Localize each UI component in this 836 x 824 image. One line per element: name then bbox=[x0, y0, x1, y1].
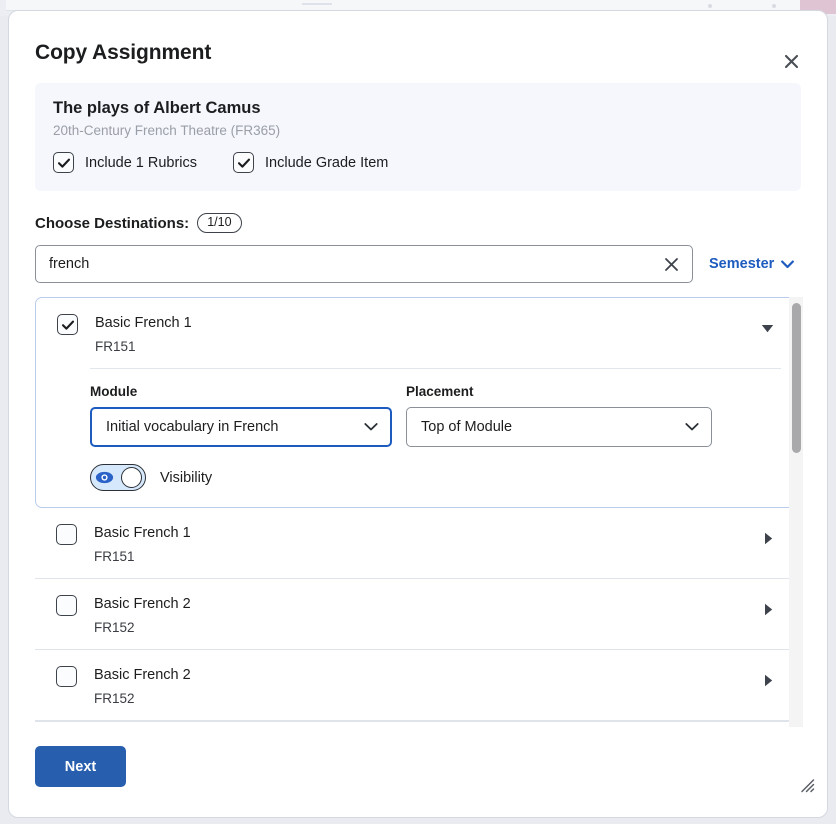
section-divider bbox=[90, 368, 781, 369]
dialog-header: Copy Assignment bbox=[9, 11, 827, 68]
checkmark-icon bbox=[57, 158, 70, 168]
dialog-footer: Next bbox=[9, 746, 827, 817]
list-item: Basic French 1 FR151 bbox=[35, 508, 803, 579]
chevron-down-icon bbox=[685, 423, 699, 432]
triangle-down-icon bbox=[761, 324, 773, 332]
choose-destinations-label: Choose Destinations: bbox=[35, 214, 190, 232]
chevron-down-icon bbox=[781, 260, 795, 268]
choose-destinations-header: Choose Destinations: 1/10 bbox=[35, 213, 801, 233]
module-label: Module bbox=[90, 384, 138, 399]
destination-row-0[interactable]: Basic French 1 FR151 bbox=[36, 298, 802, 368]
checkmark-icon bbox=[61, 320, 74, 330]
search-box bbox=[35, 245, 693, 283]
include-grade-item-option[interactable]: Include Grade Item bbox=[233, 152, 388, 173]
destination-code-1: FR151 bbox=[94, 549, 135, 564]
chevron-down-icon bbox=[364, 423, 378, 432]
destination-checkbox-3[interactable] bbox=[56, 666, 77, 687]
destination-checkbox-1[interactable] bbox=[56, 524, 77, 545]
close-icon bbox=[784, 54, 798, 68]
module-select[interactable]: Initial vocabulary in French bbox=[90, 407, 392, 447]
expand-button-2[interactable] bbox=[760, 601, 776, 617]
destination-name-1: Basic French 1 bbox=[94, 525, 191, 541]
copy-assignment-dialog: Copy Assignment The plays of Albert Camu… bbox=[8, 10, 828, 818]
list-item: Basic French 1 FR151 Module Initial voca… bbox=[35, 297, 803, 508]
visibility-toggle[interactable] bbox=[90, 464, 146, 491]
expand-button-3[interactable] bbox=[760, 672, 776, 688]
checkmark-icon bbox=[237, 158, 250, 168]
source-assignment-card: The plays of Albert Camus 20th-Century F… bbox=[35, 83, 801, 191]
destination-row-2[interactable]: Basic French 2 FR152 bbox=[35, 579, 803, 649]
include-grade-item-checkbox[interactable] bbox=[233, 152, 255, 173]
triangle-right-icon bbox=[764, 674, 772, 686]
destination-row-1[interactable]: Basic French 1 FR151 bbox=[35, 508, 803, 578]
source-course-subtitle: 20th-Century French Theatre (FR365) bbox=[53, 123, 281, 138]
list-scrollbar[interactable] bbox=[789, 297, 803, 727]
placement-label: Placement bbox=[406, 384, 474, 399]
source-assignment-title: The plays of Albert Camus bbox=[53, 99, 261, 117]
destination-row-3[interactable]: Basic French 2 FR152 bbox=[35, 650, 803, 720]
destination-texts-2: Basic French 2 FR152 bbox=[94, 595, 191, 635]
resize-grip[interactable] bbox=[799, 777, 815, 793]
include-rubrics-checkbox[interactable] bbox=[53, 152, 74, 173]
destination-name-3: Basic French 2 bbox=[94, 667, 191, 683]
background-dot-2 bbox=[772, 4, 776, 8]
visibility-row: Visibility bbox=[90, 464, 781, 491]
destination-texts-1: Basic French 1 FR151 bbox=[94, 524, 191, 564]
destination-code-0: FR151 bbox=[95, 339, 136, 354]
destination-code-2: FR152 bbox=[94, 620, 135, 635]
module-placement-fields: Module Initial vocabulary in French Plac… bbox=[90, 384, 781, 447]
include-rubrics-label: Include 1 Rubrics bbox=[85, 154, 198, 171]
module-field: Module Initial vocabulary in French bbox=[90, 384, 392, 447]
list-scrollbar-thumb[interactable] bbox=[792, 303, 801, 453]
include-rubrics-option[interactable]: Include 1 Rubrics bbox=[53, 152, 197, 173]
module-select-value: Initial vocabulary in French bbox=[106, 419, 279, 435]
background-dot-1 bbox=[708, 4, 712, 8]
destination-name-2: Basic French 2 bbox=[94, 596, 191, 612]
background-tab-indicator bbox=[302, 3, 332, 5]
include-grade-item-label: Include Grade Item bbox=[265, 154, 389, 171]
close-button[interactable] bbox=[777, 47, 805, 75]
list-item: Basic French 2 FR152 bbox=[35, 579, 803, 650]
eye-icon bbox=[94, 467, 115, 488]
search-input[interactable] bbox=[36, 246, 692, 282]
toggle-knob bbox=[121, 467, 142, 488]
triangle-right-icon bbox=[764, 532, 772, 544]
placement-select[interactable]: Top of Module bbox=[406, 407, 712, 447]
destination-checkbox-0[interactable] bbox=[57, 314, 78, 335]
list-item: Basic French 2 FR152 bbox=[35, 650, 803, 721]
placement-field: Placement Top of Module bbox=[406, 384, 712, 447]
resize-grip-icon bbox=[801, 779, 815, 793]
clear-search-button[interactable] bbox=[658, 251, 684, 277]
semester-filter-button[interactable]: Semester bbox=[707, 252, 796, 276]
selection-count-badge: 1/10 bbox=[197, 213, 242, 233]
expand-button-1[interactable] bbox=[760, 530, 776, 546]
next-button[interactable]: Next bbox=[35, 746, 126, 787]
semester-filter-label: Semester bbox=[709, 256, 775, 272]
destination-checkbox-2[interactable] bbox=[56, 595, 77, 616]
placement-select-value: Top of Module bbox=[421, 419, 513, 435]
search-row: Semester bbox=[35, 245, 801, 283]
destination-name-0: Basic French 1 bbox=[95, 315, 192, 331]
collapse-button-0[interactable] bbox=[759, 320, 775, 336]
destination-code-3: FR152 bbox=[94, 691, 135, 706]
destinations-scroll-area: Basic French 1 FR151 Module Initial voca… bbox=[35, 297, 803, 727]
close-icon bbox=[664, 257, 678, 271]
destination-options-0: Module Initial vocabulary in French Plac… bbox=[36, 368, 802, 507]
destination-row-partial[interactable] bbox=[35, 721, 803, 727]
destination-texts-3: Basic French 2 FR152 bbox=[94, 666, 191, 706]
include-options: Include 1 Rubrics Include Grade Item bbox=[53, 152, 783, 173]
page-title: Copy Assignment bbox=[35, 41, 212, 64]
triangle-right-icon bbox=[764, 603, 772, 615]
destinations-list: Basic French 1 FR151 Module Initial voca… bbox=[35, 297, 803, 727]
destination-texts-0: Basic French 1 FR151 bbox=[95, 314, 192, 354]
visibility-label: Visibility bbox=[160, 469, 213, 486]
